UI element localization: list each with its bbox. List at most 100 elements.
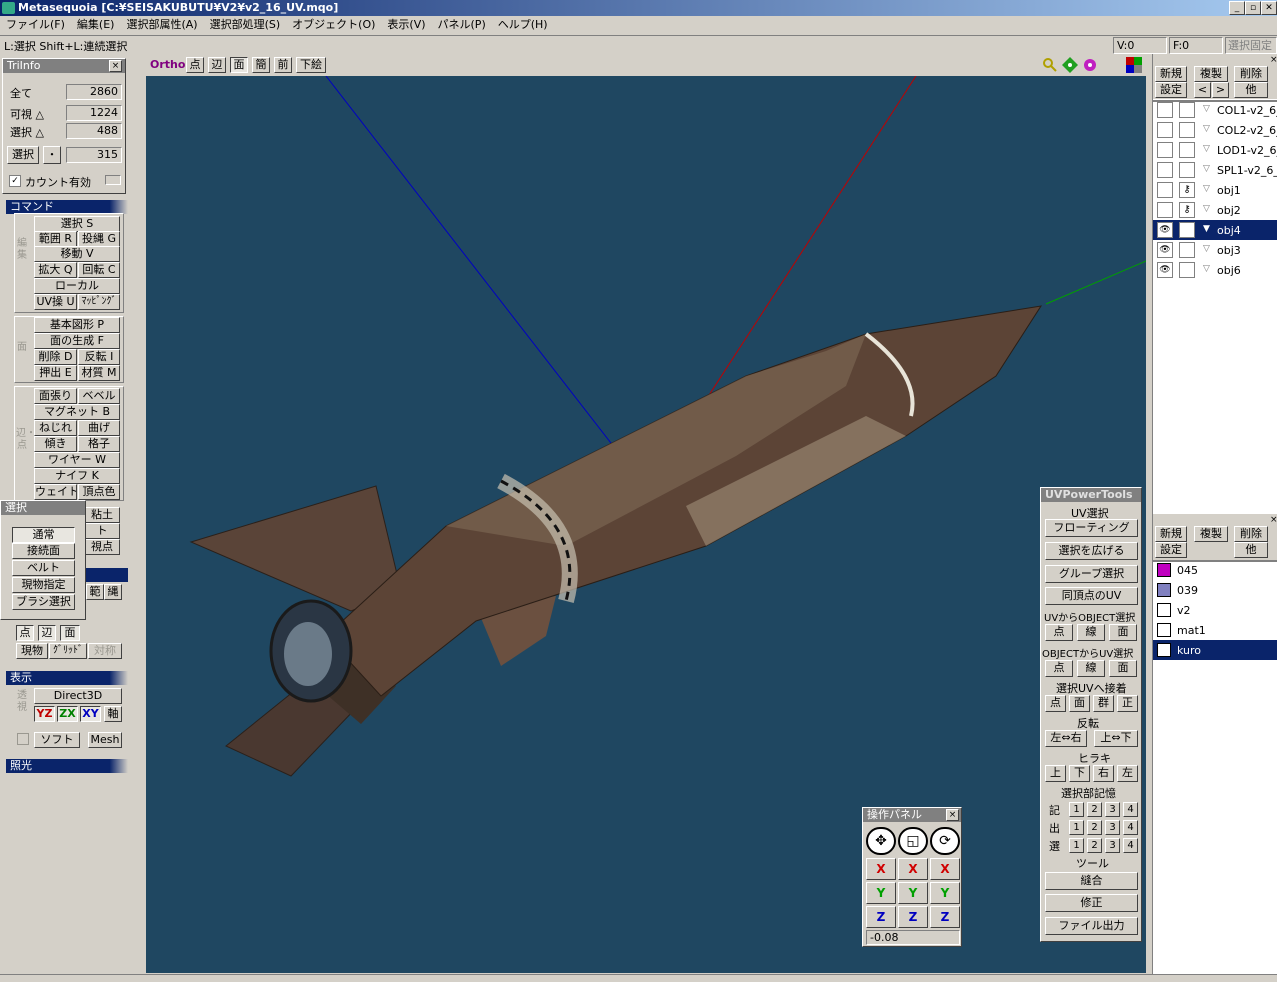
move-y-button[interactable]: Y xyxy=(866,882,896,904)
group-select-button[interactable]: グループ選択 xyxy=(1045,565,1138,583)
range-tool-button[interactable]: 範囲 R xyxy=(34,231,77,247)
rotate-x-button[interactable]: X xyxy=(930,858,960,880)
object-prev-button[interactable]: < xyxy=(1194,82,1211,98)
view-point-button[interactable]: 点 xyxy=(186,57,204,73)
open-down-button[interactable]: 下 xyxy=(1069,765,1090,782)
memory-output-1[interactable]: 1 xyxy=(1069,820,1084,835)
memory-record-2[interactable]: 2 xyxy=(1087,802,1102,817)
object-panel-close-icon[interactable]: × xyxy=(1270,55,1277,65)
memory-select-2[interactable]: 2 xyxy=(1087,838,1102,853)
zoom-icon[interactable] xyxy=(1042,57,1058,73)
tri-select-button[interactable]: 選択 xyxy=(7,146,39,164)
real-mode-button[interactable]: 現物 xyxy=(16,643,48,659)
lock-toggle[interactable] xyxy=(1179,262,1195,278)
close-button[interactable]: ✕ xyxy=(1261,1,1277,15)
delete-tool-button[interactable]: 削除 D xyxy=(34,349,77,365)
select-tool-button[interactable]: 選択 S xyxy=(34,216,120,232)
point-mode-button[interactable]: 点 xyxy=(16,625,34,641)
adhere-point-button[interactable]: 点 xyxy=(1045,695,1066,712)
viewpoint-tool-button[interactable]: 視点 xyxy=(84,539,120,555)
select-brush-button[interactable]: ブラシ選択 xyxy=(12,594,75,610)
select-connected-button[interactable]: 接続面 xyxy=(12,543,75,559)
lock-icon[interactable]: ⚷ xyxy=(1179,182,1195,198)
object-delete-button[interactable]: 削除 xyxy=(1234,66,1268,82)
menu-view[interactable]: 表示(V) xyxy=(381,16,431,34)
memory-output-3[interactable]: 3 xyxy=(1105,820,1120,835)
color-mode-icon[interactable] xyxy=(1126,57,1142,73)
eye-icon[interactable]: 👁 xyxy=(1157,242,1173,258)
adhere-correct-button[interactable]: 正 xyxy=(1117,695,1138,712)
wire-tool-button[interactable]: ワイヤー W xyxy=(34,452,120,468)
floating-button[interactable]: フローティング xyxy=(1045,519,1138,537)
menu-edit[interactable]: 編集(E) xyxy=(71,16,121,34)
scale-x-button[interactable]: X xyxy=(898,858,928,880)
menu-panel[interactable]: パネル(P) xyxy=(432,16,492,34)
open-up-button[interactable]: 上 xyxy=(1045,765,1066,782)
yz-view-button[interactable]: YZ xyxy=(34,706,55,722)
view-simple-button[interactable]: 簡 xyxy=(252,57,270,73)
obj2uv-line-button[interactable]: 線 xyxy=(1077,660,1105,677)
view-underlay-button[interactable]: 下絵 xyxy=(296,57,326,73)
rotate-handle-icon[interactable]: ⟳ xyxy=(930,827,960,855)
rotate-view-icon[interactable] xyxy=(1082,57,1098,73)
minimize-button[interactable]: _ xyxy=(1229,1,1245,15)
lock-toggle[interactable] xyxy=(1179,162,1195,178)
eye-icon[interactable]: 👁 xyxy=(1157,222,1173,238)
lasso-select-button[interactable]: 縄 xyxy=(104,584,122,600)
expand-triangle-icon[interactable]: ▽ xyxy=(1203,144,1210,154)
memory-output-4[interactable]: 4 xyxy=(1123,820,1138,835)
range-select-button[interactable]: 範 xyxy=(86,584,104,600)
primitive-tool-button[interactable]: 基本図形 P xyxy=(34,317,120,333)
view-edge-button[interactable]: 辺 xyxy=(208,57,226,73)
file-output-button[interactable]: ファイル出力 xyxy=(1045,917,1138,935)
magnet-tool-button[interactable]: マグネット B xyxy=(34,404,120,420)
menu-attr[interactable]: 選択部属性(A) xyxy=(120,16,203,34)
move-z-button[interactable]: Z xyxy=(866,906,896,928)
scale-z-button[interactable]: Z xyxy=(898,906,928,928)
object-row[interactable]: 👁 ▽ obj6 xyxy=(1153,260,1277,280)
obj2uv-point-button[interactable]: 点 xyxy=(1045,660,1073,677)
visibility-toggle[interactable] xyxy=(1157,162,1173,178)
adhere-face-button[interactable]: 面 xyxy=(1069,695,1090,712)
stitch-button[interactable]: 縫合 xyxy=(1045,872,1138,890)
soft-render-button[interactable]: ソフト xyxy=(34,732,80,748)
triinfo-close-button[interactable]: × xyxy=(109,60,122,72)
menu-process[interactable]: 選択部処理(S) xyxy=(204,16,287,34)
object-other-button[interactable]: 他 xyxy=(1234,82,1268,98)
menu-object[interactable]: オブジェクト(O) xyxy=(286,16,381,34)
pan-icon[interactable] xyxy=(1062,57,1078,73)
memory-record-3[interactable]: 3 xyxy=(1105,802,1120,817)
material-delete-button[interactable]: 削除 xyxy=(1234,526,1268,542)
lock-toggle[interactable] xyxy=(1179,142,1195,158)
operation-panel-close-button[interactable]: × xyxy=(946,809,959,821)
object-duplicate-button[interactable]: 複製 xyxy=(1194,66,1228,82)
direct3d-button[interactable]: Direct3D xyxy=(34,688,122,704)
adhere-group-button[interactable]: 群 xyxy=(1093,695,1114,712)
xy-view-button[interactable]: XY xyxy=(80,706,101,722)
scale-tool-button[interactable]: 拡大 Q xyxy=(34,262,77,278)
rotate-z-button[interactable]: Z xyxy=(930,906,960,928)
eye-icon[interactable]: 👁 xyxy=(1157,262,1173,278)
material-tool-button[interactable]: 材質 M xyxy=(78,365,120,381)
memory-select-1[interactable]: 1 xyxy=(1069,838,1084,853)
ortho-label[interactable]: Ortho xyxy=(150,58,185,71)
object-row[interactable]: ▽ COL1-v2_6_ xyxy=(1153,100,1277,120)
same-vertex-uv-button[interactable]: 同頂点のUV xyxy=(1045,587,1138,605)
scale-handle-icon[interactable]: ◱ xyxy=(898,827,928,855)
bevel-button[interactable]: ベベル xyxy=(78,388,120,404)
symmetry-button[interactable]: 対称 xyxy=(88,643,122,659)
material-settings-button[interactable]: 設定 xyxy=(1155,542,1187,558)
lock-toggle[interactable] xyxy=(1179,122,1195,138)
view-front-button[interactable]: 前 xyxy=(274,57,292,73)
expand-triangle-icon[interactable]: ▼ xyxy=(1203,224,1210,234)
expand-triangle-icon[interactable]: ▽ xyxy=(1203,184,1210,194)
obj2uv-face-button[interactable]: 面 xyxy=(1109,660,1137,677)
move-handle-icon[interactable]: ✥ xyxy=(866,827,896,855)
flip-tool-button[interactable]: 反転 I xyxy=(78,349,120,365)
soft-toggle-box[interactable] xyxy=(17,733,29,745)
select-specified-button[interactable]: 現物指定 xyxy=(12,577,75,593)
flip-ud-button[interactable]: 上⇔下 xyxy=(1094,730,1138,747)
object-row[interactable]: ⚷ ▽ obj1 xyxy=(1153,180,1277,200)
material-panel-close-icon[interactable]: × xyxy=(1270,515,1277,525)
fill-face-button[interactable]: 面張り xyxy=(34,388,77,404)
